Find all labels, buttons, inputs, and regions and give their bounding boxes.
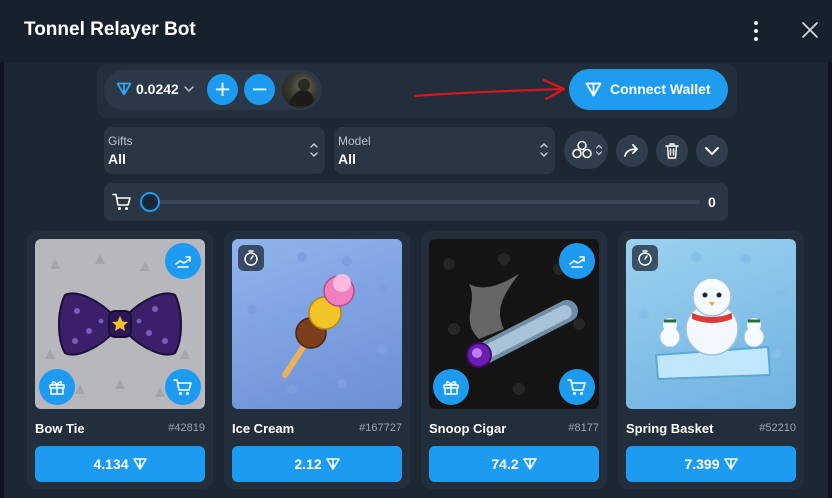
- gift-name: Snoop Cigar: [429, 421, 507, 436]
- gift-icon: [49, 381, 65, 395]
- gifts-filter-label: Gifts: [108, 134, 133, 148]
- clear-button[interactable]: [656, 135, 688, 167]
- ton-icon: [522, 458, 537, 470]
- gift-image-bow-tie: [35, 239, 205, 409]
- gift-transfer-icon: [569, 256, 585, 268]
- cart-slider-track[interactable]: [140, 200, 700, 204]
- circles-icon: [572, 140, 592, 159]
- chevron-down-icon[interactable]: [183, 84, 195, 94]
- expand-button[interactable]: [696, 135, 728, 167]
- withdraw-button[interactable]: −: [244, 74, 275, 105]
- price-value: 74.2: [491, 456, 519, 472]
- timer-icon: [244, 250, 258, 266]
- model-filter-label: Model: [338, 134, 371, 148]
- cart-slider-thumb[interactable]: [140, 192, 160, 212]
- ton-icon: [325, 458, 340, 470]
- add-to-cart-button[interactable]: [559, 369, 595, 405]
- ton-icon: [132, 458, 147, 470]
- gift-id: #167727: [359, 422, 402, 434]
- gift-card[interactable]: Spring Basket #52210 7.399: [618, 231, 804, 489]
- cart-icon: [112, 193, 131, 210]
- gift-id: #52210: [759, 422, 796, 434]
- chevron-down-icon: [705, 147, 719, 155]
- share-button[interactable]: [616, 135, 648, 167]
- buy-button[interactable]: 4.134: [35, 446, 205, 482]
- gift-id: #8177: [568, 422, 599, 434]
- timer-badge: [632, 245, 658, 271]
- buy-button[interactable]: 7.399: [626, 446, 796, 482]
- ton-icon: [585, 82, 602, 97]
- sort-chevron-icon: [595, 144, 603, 156]
- more-vertical-icon[interactable]: [744, 18, 768, 44]
- plus-icon: +: [213, 77, 232, 101]
- gift-button[interactable]: [433, 369, 469, 405]
- price-value: 2.12: [294, 456, 322, 472]
- model-filter-select[interactable]: Model All: [334, 127, 555, 174]
- gift-name: Spring Basket: [626, 421, 714, 436]
- app-title: Tonnel Relayer Bot: [24, 19, 196, 40]
- gift-icon: [443, 381, 459, 395]
- gift-card[interactable]: Bow Tie #42819 4.134: [27, 231, 213, 489]
- cart-icon: [173, 379, 192, 395]
- trash-icon: [665, 143, 679, 159]
- deposit-button[interactable]: +: [207, 74, 238, 105]
- bow-tie-icon: [58, 292, 182, 356]
- gift-name: Bow Tie: [35, 421, 85, 436]
- avatar[interactable]: [282, 72, 318, 108]
- gift-card[interactable]: Snoop Cigar #8177 74.2: [421, 231, 607, 489]
- balance-value: 0.0242: [136, 81, 179, 97]
- buy-button[interactable]: 2.12: [232, 446, 402, 482]
- connect-wallet-label: Connect Wallet: [610, 81, 711, 97]
- connect-wallet-button[interactable]: Connect Wallet: [569, 69, 728, 110]
- gift-transfer-icon: [175, 256, 191, 268]
- timer-icon: [638, 250, 652, 266]
- transfer-badge[interactable]: [559, 243, 595, 279]
- cart-count: 0: [708, 194, 716, 210]
- title-bar: Tonnel Relayer Bot: [0, 0, 832, 62]
- cigar-icon: [466, 274, 578, 368]
- ice-cream-icon: [282, 274, 355, 378]
- gift-button[interactable]: [39, 369, 75, 405]
- gift-image-ice-cream: [232, 239, 402, 409]
- model-filter-value: All: [338, 151, 356, 167]
- share-arrow-icon: [624, 144, 638, 157]
- ton-icon: [723, 458, 738, 470]
- gift-name: Ice Cream: [232, 421, 295, 436]
- gifts-filter-value: All: [108, 151, 126, 167]
- snowman-icon: [654, 277, 772, 381]
- gift-card[interactable]: Ice Cream #167727 2.12: [224, 231, 410, 489]
- model-picker-button[interactable]: [564, 131, 608, 169]
- gifts-filter-select[interactable]: Gifts All: [104, 127, 325, 174]
- gift-image-spring-basket: [626, 239, 796, 409]
- transfer-badge[interactable]: [165, 243, 201, 279]
- minus-icon: −: [250, 77, 269, 101]
- sort-chevron-icon: [540, 143, 548, 157]
- gift-image-snoop-cigar: [429, 239, 599, 409]
- timer-badge: [238, 245, 264, 271]
- price-value: 7.399: [684, 456, 720, 472]
- price-value: 4.134: [93, 456, 129, 472]
- close-icon[interactable]: [798, 18, 822, 42]
- add-to-cart-button[interactable]: [165, 369, 201, 405]
- ton-icon: [116, 82, 132, 96]
- annotation-arrow: [413, 78, 566, 101]
- cart-icon: [567, 379, 586, 395]
- window-edge: [828, 62, 832, 498]
- sort-chevron-icon: [310, 143, 318, 157]
- gift-id: #42819: [168, 422, 205, 434]
- buy-button[interactable]: 74.2: [429, 446, 599, 482]
